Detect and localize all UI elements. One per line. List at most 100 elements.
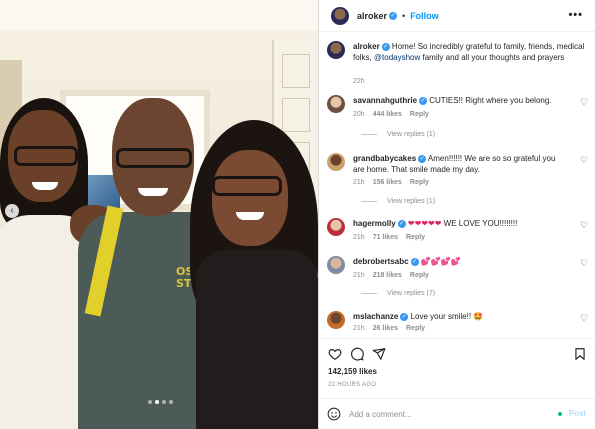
- add-comment-input[interactable]: [349, 407, 549, 421]
- reply-button[interactable]: Reply: [410, 111, 429, 118]
- person-right-top: [196, 250, 318, 429]
- verified-badge-icon: ✓: [389, 11, 398, 20]
- reply-button[interactable]: Reply: [406, 234, 425, 241]
- avatar[interactable]: [327, 256, 345, 274]
- photo-ceiling: [0, 0, 318, 30]
- avatar[interactable]: [327, 311, 345, 329]
- smile: [236, 212, 264, 220]
- share-icon[interactable]: [372, 347, 386, 361]
- post-photo[interactable]: OSW ST ‹: [0, 0, 318, 429]
- comment-time: 21h: [353, 325, 365, 332]
- smile: [32, 182, 58, 190]
- comment-time: 20h: [353, 111, 365, 118]
- likes-count[interactable]: 142,159 likes: [328, 367, 377, 376]
- bookmark-icon[interactable]: [573, 347, 587, 361]
- comment-username[interactable]: mslachanze: [353, 312, 398, 321]
- comment-meta: 21h 71 likes Reply: [353, 234, 425, 241]
- like-comment-heart-icon[interactable]: ♡: [580, 98, 589, 107]
- glasses: [116, 148, 192, 168]
- caption-time: 22h: [353, 78, 365, 85]
- action-bar: [319, 338, 595, 366]
- caption-text: alroker ✓ Home! So incredibly grateful to…: [353, 41, 587, 63]
- person-right-face: [212, 150, 288, 246]
- comment-body: Love your smile!!: [410, 312, 474, 321]
- view-replies-button[interactable]: View replies (1): [361, 131, 435, 138]
- comment-time: 21h: [353, 234, 365, 241]
- comment-text: savannahguthrie ✓ CUTIES!! Right where yo…: [353, 95, 569, 106]
- header-username[interactable]: alroker: [357, 11, 387, 21]
- carousel-prev-icon[interactable]: ‹: [5, 204, 19, 218]
- avatar[interactable]: [327, 41, 345, 59]
- post-sidebar: alroker ✓ • Follow ••• alroker ✓ Home! So…: [318, 0, 595, 429]
- like-comment-heart-icon[interactable]: ♡: [580, 314, 589, 323]
- view-replies-label: View replies (7): [387, 290, 436, 297]
- caption-username[interactable]: alroker: [353, 42, 380, 51]
- avatar[interactable]: [327, 95, 345, 113]
- comment-text: hagermolly ✓ ❤❤❤❤❤ WE LOVE YOU!!!!!!!!: [353, 218, 569, 229]
- reply-button[interactable]: Reply: [406, 325, 425, 332]
- comment-likes[interactable]: 71 likes: [373, 234, 398, 241]
- hearts-emoji: 💕💕💕💕: [420, 257, 461, 266]
- comment-username[interactable]: savannahguthrie: [353, 96, 417, 105]
- reply-button[interactable]: Reply: [410, 179, 429, 186]
- comment-meta: 21h 26 likes Reply: [353, 325, 425, 332]
- reply-button[interactable]: Reply: [410, 272, 429, 279]
- caption-body-end: family and all your thoughts and prayers: [420, 53, 565, 62]
- comment-likes[interactable]: 26 likes: [373, 325, 398, 332]
- carousel-dot-active: [155, 400, 159, 404]
- comment-time: 21h: [353, 179, 365, 186]
- header-separator: •: [402, 10, 406, 21]
- comment-text: debrobertsabc ✓ 💕💕💕💕: [353, 256, 569, 267]
- avatar[interactable]: [331, 6, 349, 25]
- comment-time: 21h: [353, 272, 365, 279]
- avatar[interactable]: [327, 153, 345, 171]
- carousel-dot: [169, 400, 173, 404]
- comment-username[interactable]: hagermolly: [353, 219, 396, 228]
- verified-badge-icon: ✓: [410, 257, 419, 266]
- carousel-dot: [148, 400, 152, 404]
- star-struck-emoji: 🤩: [473, 312, 484, 321]
- glasses: [14, 146, 78, 166]
- view-replies-label: View replies (1): [387, 198, 436, 205]
- comment-meta: 20h 444 likes Reply: [353, 111, 429, 118]
- verified-badge-icon: ✓: [381, 42, 390, 51]
- follow-button[interactable]: Follow: [410, 11, 439, 21]
- post-header: alroker ✓ • Follow •••: [319, 0, 595, 32]
- comment-text: grandbabycakes ✓ Amen!!!!!! We are so so …: [353, 153, 569, 175]
- heart-icon[interactable]: [328, 347, 342, 361]
- carousel-dot: [162, 400, 166, 404]
- like-comment-heart-icon[interactable]: ♡: [580, 221, 589, 230]
- posted-time: 22 HOURS AGO: [328, 382, 377, 388]
- like-comment-heart-icon[interactable]: ♡: [580, 259, 589, 268]
- comments-list[interactable]: alroker ✓ Home! So incredibly grateful to…: [319, 32, 595, 338]
- comment-likes[interactable]: 444 likes: [373, 111, 402, 118]
- comment-username[interactable]: debrobertsabc: [353, 257, 409, 266]
- caption-mention[interactable]: @todayshow: [374, 53, 420, 62]
- verified-badge-icon: ✓: [397, 219, 406, 228]
- verified-badge-icon: ✓: [418, 154, 427, 163]
- more-options-icon[interactable]: •••: [568, 9, 583, 21]
- comment-body: WE LOVE YOU!!!!!!!!: [441, 219, 518, 228]
- view-replies-button[interactable]: View replies (7): [361, 290, 435, 297]
- avatar[interactable]: [327, 218, 345, 236]
- verified-badge-icon: ✓: [419, 96, 428, 105]
- smile: [138, 188, 168, 196]
- like-comment-heart-icon[interactable]: ♡: [580, 156, 589, 165]
- glasses: [212, 176, 282, 196]
- verified-badge-icon: ✓: [400, 312, 409, 321]
- view-replies-label: View replies (1): [387, 131, 436, 138]
- comment-body: CUTIES!! Right where you belong.: [429, 96, 552, 105]
- view-replies-button[interactable]: View replies (1): [361, 198, 435, 205]
- emoji-icon[interactable]: [327, 407, 341, 421]
- carousel-dots: [148, 400, 173, 404]
- comment-meta: 21h 218 likes Reply: [353, 272, 429, 279]
- hearts-emoji: ❤❤❤❤❤: [407, 219, 442, 228]
- comment-icon[interactable]: [350, 347, 364, 361]
- add-comment-bar: Post: [319, 398, 595, 429]
- post-button[interactable]: Post: [569, 409, 586, 418]
- comment-likes[interactable]: 218 likes: [373, 272, 402, 279]
- comment-username[interactable]: grandbabycakes: [353, 154, 416, 163]
- comment-likes[interactable]: 156 likes: [373, 179, 402, 186]
- comment-text: mslachanze ✓ Love your smile!! 🤩: [353, 311, 569, 322]
- comment-meta: 21h 156 likes Reply: [353, 179, 429, 186]
